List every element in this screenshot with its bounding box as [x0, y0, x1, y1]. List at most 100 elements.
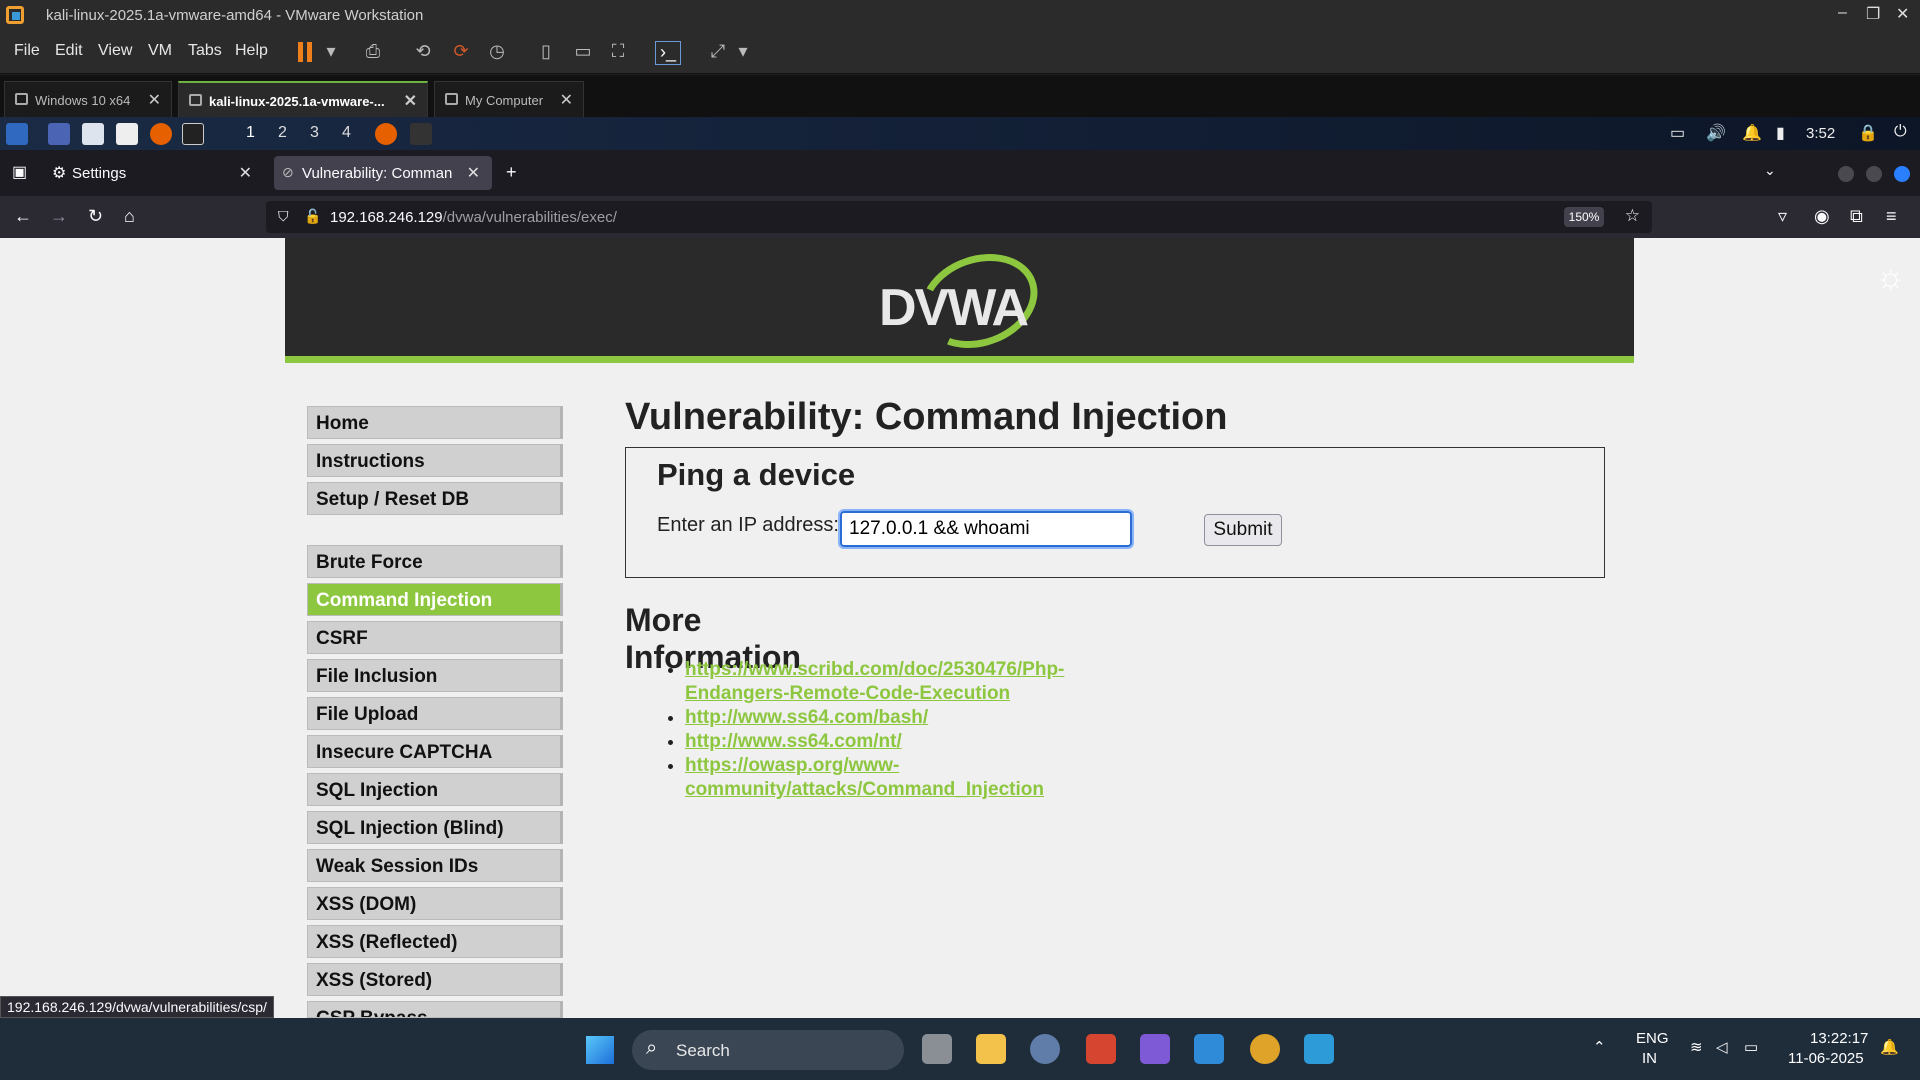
- terminal-icon[interactable]: [182, 123, 204, 145]
- link-ss64-nt[interactable]: http://www.ss64.com/nt/: [685, 731, 902, 752]
- thumbnail-icon[interactable]: ▭: [570, 41, 596, 65]
- back-icon[interactable]: ←: [14, 206, 32, 227]
- volume-icon[interactable]: 🔊: [1706, 123, 1726, 143]
- menu-item-file-inclusion[interactable]: File Inclusion: [307, 659, 563, 692]
- fullscreen-icon[interactable]: ⛶: [605, 41, 631, 65]
- send-keys-icon[interactable]: ⎙: [360, 41, 386, 65]
- workspace-3[interactable]: 3: [310, 124, 319, 142]
- home-icon[interactable]: ⌂: [124, 206, 135, 227]
- menu-item-insecure-captcha[interactable]: Insecure CAPTCHA: [307, 735, 563, 768]
- menu-item-sql-injection-blind[interactable]: SQL Injection (Blind): [307, 811, 563, 844]
- new-tab-icon[interactable]: +: [506, 162, 517, 183]
- start-icon[interactable]: [586, 1036, 614, 1064]
- menu-item-sql-injection[interactable]: SQL Injection: [307, 773, 563, 806]
- chevron-up-icon[interactable]: ⌃: [1593, 1038, 1606, 1056]
- close-icon[interactable]: ✕: [1896, 4, 1909, 24]
- menu-help[interactable]: Help: [235, 42, 268, 60]
- wifi-icon[interactable]: ≋: [1690, 1038, 1703, 1056]
- maximize-window-icon[interactable]: [1866, 166, 1882, 182]
- menu-item-weak-session-ids[interactable]: Weak Session IDs: [307, 849, 563, 882]
- url-bar[interactable]: ⛉ 🔓 192.168.246.129/dvwa/vulnerabilities…: [266, 201, 1652, 233]
- obsidian-icon[interactable]: [1140, 1034, 1170, 1064]
- menu-item-instructions[interactable]: Instructions: [307, 444, 563, 477]
- chrome-icon[interactable]: [1250, 1034, 1280, 1064]
- close-tab-icon[interactable]: ✕: [560, 90, 573, 110]
- stretch-icon[interactable]: ⤢: [705, 41, 731, 65]
- firefox-view-icon[interactable]: ▣: [12, 162, 27, 182]
- settings-app-icon[interactable]: [1030, 1034, 1060, 1064]
- power-icon[interactable]: ⏻: [1894, 123, 1907, 141]
- workspace-1[interactable]: 1: [246, 124, 255, 142]
- notification-bell-icon[interactable]: 🔔: [1880, 1038, 1899, 1056]
- bookmark-star-icon[interactable]: ☆: [1625, 206, 1640, 226]
- link-scribd[interactable]: https://www.scribd.com/doc/2530476/Php-E…: [685, 659, 1064, 704]
- vmware-taskbar-icon[interactable]: [1304, 1034, 1334, 1064]
- menu-file[interactable]: File: [14, 42, 40, 60]
- close-window-icon[interactable]: [1894, 166, 1910, 182]
- battery-tray-icon[interactable]: ▭: [1744, 1038, 1758, 1056]
- text-editor-icon[interactable]: [116, 123, 138, 145]
- menu-view[interactable]: View: [98, 42, 132, 60]
- snapshot-manager-icon[interactable]: ◷: [484, 41, 510, 65]
- account-icon[interactable]: ◉: [1814, 206, 1830, 227]
- close-tab-icon[interactable]: ✕: [467, 163, 480, 183]
- display-icon[interactable]: ▭: [1670, 123, 1685, 143]
- task-view-icon[interactable]: [922, 1034, 952, 1064]
- hamburger-menu-icon[interactable]: ≡: [1886, 206, 1897, 227]
- stretch-dropdown-icon[interactable]: ▾: [730, 41, 756, 65]
- forward-icon[interactable]: →: [50, 206, 68, 227]
- menu-item-xss-stored[interactable]: XSS (Stored): [307, 963, 563, 996]
- close-tab-icon[interactable]: ✕: [404, 91, 417, 111]
- tab-command-injection[interactable]: ⊘ Vulnerability: Command I ✕: [274, 156, 492, 190]
- lock-insecure-icon[interactable]: 🔓: [304, 208, 321, 225]
- restore-icon[interactable]: ❐: [1866, 4, 1880, 24]
- region[interactable]: IN: [1642, 1050, 1657, 1067]
- close-tab-icon[interactable]: ✕: [239, 163, 252, 183]
- pause-icon[interactable]: [298, 42, 314, 62]
- battery-icon[interactable]: ▮: [1776, 123, 1785, 143]
- menu-item-setup[interactable]: Setup / Reset DB: [307, 482, 563, 515]
- menu-item-csp-bypass[interactable]: CSP Bypass: [307, 1001, 563, 1018]
- workspace-2[interactable]: 2: [278, 124, 287, 142]
- theme-toggle-icon[interactable]: ☼: [1875, 258, 1906, 297]
- firefox-window-icon[interactable]: [375, 123, 397, 145]
- workspace-4[interactable]: 4: [342, 124, 351, 142]
- zoom-level[interactable]: 150%: [1564, 207, 1604, 227]
- revert-snapshot-icon[interactable]: ⟳: [448, 41, 474, 65]
- reload-icon[interactable]: ↻: [88, 206, 103, 227]
- vm-tab-my-computer[interactable]: My Computer ✕: [434, 81, 584, 117]
- vm-tab-kali[interactable]: kali-linux-2025.1a-vmware-... ✕: [178, 81, 428, 117]
- minimize-icon[interactable]: –: [1838, 4, 1847, 22]
- close-tab-icon[interactable]: ✕: [148, 90, 161, 110]
- menu-item-brute-force[interactable]: Brute Force: [307, 545, 563, 578]
- link-owasp[interactable]: https://owasp.org/www-community/attacks/…: [685, 755, 1044, 800]
- menu-vm[interactable]: VM: [148, 42, 172, 60]
- menu-edit[interactable]: Edit: [55, 42, 83, 60]
- notification-icon[interactable]: 🔔: [1742, 123, 1762, 143]
- firefox-icon[interactable]: [150, 123, 172, 145]
- vscode-icon[interactable]: [1194, 1034, 1224, 1064]
- menu-item-home[interactable]: Home: [307, 406, 563, 439]
- menu-item-csrf[interactable]: CSRF: [307, 621, 563, 654]
- show-desktop-icon[interactable]: [48, 123, 70, 145]
- ip-address-input[interactable]: [838, 509, 1134, 549]
- pocket-icon[interactable]: ▿: [1778, 206, 1787, 227]
- dvwa-logo[interactable]: DVWA: [879, 238, 1051, 364]
- link-ss64-bash[interactable]: http://www.ss64.com/bash/: [685, 707, 928, 728]
- vm-tab-windows[interactable]: Windows 10 x64 ✕: [4, 81, 172, 117]
- taskbar-time[interactable]: 13:22:17: [1810, 1030, 1868, 1047]
- file-manager-icon[interactable]: [82, 123, 104, 145]
- app-icon[interactable]: [1086, 1034, 1116, 1064]
- menu-item-command-injection[interactable]: Command Injection: [307, 583, 563, 616]
- taskbar-date[interactable]: 11-06-2025: [1788, 1050, 1864, 1067]
- kali-menu-icon[interactable]: [6, 123, 28, 145]
- speaker-icon[interactable]: ◁: [1716, 1038, 1728, 1056]
- shield-icon[interactable]: ⛉: [278, 208, 289, 225]
- language[interactable]: ENG: [1636, 1030, 1669, 1047]
- burp-window-icon[interactable]: [410, 123, 432, 145]
- tab-settings[interactable]: ⚙ Settings ✕: [44, 156, 264, 190]
- file-explorer-icon[interactable]: [976, 1034, 1006, 1064]
- menu-item-file-upload[interactable]: File Upload: [307, 697, 563, 730]
- minimize-window-icon[interactable]: [1838, 166, 1854, 182]
- menu-item-xss-reflected[interactable]: XSS (Reflected): [307, 925, 563, 958]
